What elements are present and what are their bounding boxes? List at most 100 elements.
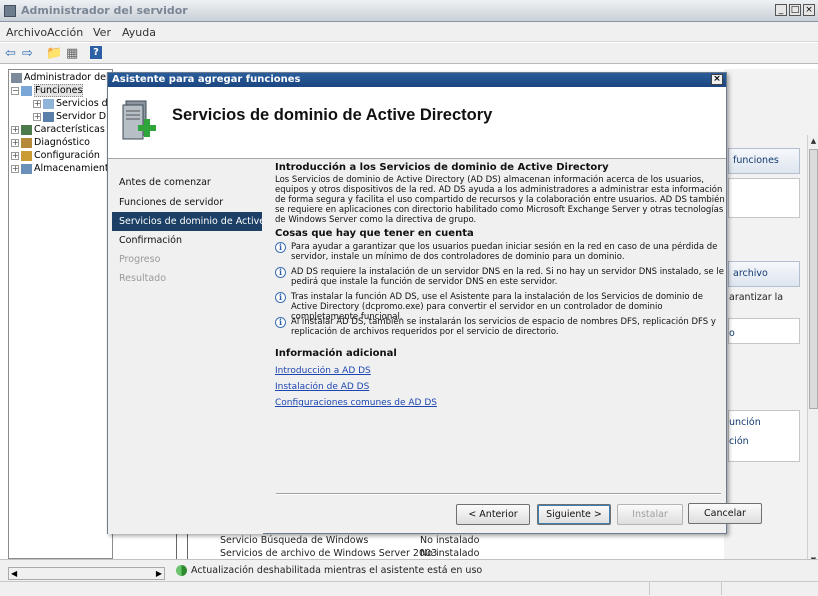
- navigation-tree: Administrador del s − Funciones + Servicio…: [8, 69, 113, 559]
- back-arrow-icon[interactable]: ⇦: [5, 46, 16, 61]
- actions-header-archivo: archivo: [728, 261, 800, 287]
- tree-item-servidor-dhcp[interactable]: + Servidor DH: [33, 110, 112, 123]
- tree-item-servicios-de[interactable]: + Servicios de: [33, 97, 112, 110]
- show-hide-tree-icon[interactable]: ▦: [66, 46, 78, 61]
- menu-ayuda[interactable]: Ayuda: [122, 26, 156, 39]
- role-icon: [43, 111, 54, 122]
- wizard-page-title: Servicios de dominio de Active Directory: [172, 106, 493, 124]
- minimize-button[interactable]: _: [775, 4, 787, 16]
- status-bar-divider: [721, 582, 722, 595]
- status-message: Actualización deshabilitada mientras el …: [176, 565, 482, 576]
- intro-text: Los Servicios de dominio de Active Direc…: [275, 175, 725, 225]
- link-instalacion-ad-ds[interactable]: Instalación de AD DS: [275, 382, 369, 392]
- intro-heading: Introducción a los Servicios de dominio …: [275, 162, 609, 173]
- actions-link[interactable]: ción: [729, 436, 749, 447]
- actions-link[interactable]: unción: [729, 417, 761, 428]
- scroll-thumb[interactable]: [809, 149, 818, 409]
- install-button: Instalar: [617, 504, 683, 525]
- help-icon[interactable]: ?: [90, 46, 102, 59]
- button-separator: [276, 493, 721, 495]
- more-info-heading: Información adicional: [275, 348, 397, 359]
- list-item: Servicio Búsqueda de Windows: [220, 535, 369, 546]
- server-manager-titlebar: Administrador del servidor _ □ ×: [0, 0, 818, 22]
- info-icon: i: [275, 292, 286, 303]
- wizard-titlebar: Asistente para agregar funciones ×: [108, 73, 726, 87]
- step-servicios-de-dominio[interactable]: Servicios de dominio de Active Dir...: [112, 212, 262, 231]
- server-icon: [11, 72, 22, 83]
- role-icon: [43, 98, 54, 109]
- server-manager-icon: [4, 5, 16, 17]
- info-icon: i: [275, 317, 286, 328]
- menu-bar: Archivo Acción Ver Ayuda: [0, 22, 818, 42]
- collapse-icon[interactable]: −: [11, 86, 19, 95]
- actions-header-funciones: funciones: [728, 148, 800, 174]
- up-folder-icon[interactable]: 📁: [46, 46, 62, 61]
- status-bar: [0, 581, 818, 596]
- step-funciones-de-servidor[interactable]: Funciones de servidor: [112, 193, 262, 212]
- link-configuraciones-ad-ds[interactable]: Configuraciones comunes de AD DS: [275, 398, 437, 408]
- note-item: i Al instalar AD DS, también se instalará…: [275, 317, 725, 337]
- list-item-status: No instalado: [420, 548, 480, 559]
- status-bar-divider: [649, 582, 650, 595]
- actions-pane: [724, 69, 818, 559]
- toolbar: ⇦ ⇨ 📁 ▦ ?: [0, 43, 818, 64]
- menu-archivo[interactable]: Archivo: [6, 26, 47, 39]
- refresh-icon: [176, 565, 187, 576]
- tree-item-server-manager[interactable]: Administrador del s: [11, 71, 112, 84]
- scroll-left-icon[interactable]: ◀: [11, 569, 17, 578]
- step-confirmacion[interactable]: Confirmación: [112, 231, 262, 250]
- cancel-button[interactable]: Cancelar: [688, 503, 762, 524]
- notes-heading: Cosas que hay que tener en cuenta: [275, 228, 474, 239]
- window-title: Administrador del servidor: [21, 4, 188, 17]
- wizard-content: Introducción a los Servicios de dominio …: [275, 160, 725, 490]
- expand-icon[interactable]: +: [11, 138, 19, 147]
- tree-item-caracteristicas[interactable]: + Características: [11, 123, 105, 136]
- expand-icon[interactable]: +: [33, 99, 41, 108]
- list-item-status: No instalado: [420, 535, 480, 546]
- roles-icon: [21, 85, 32, 96]
- tree-item-configuracion[interactable]: + Configuración: [11, 149, 100, 162]
- wizard-header: Servicios de dominio de Active Directory: [108, 87, 726, 159]
- actions-link[interactable]: o: [729, 328, 735, 339]
- step-resultado: Resultado: [119, 273, 167, 284]
- info-icon: i: [275, 242, 286, 253]
- maximize-button[interactable]: □: [789, 4, 801, 16]
- list-item: Servicios de archivo de Windows Server 2…: [220, 548, 438, 559]
- bg-table-column-divider: [176, 532, 188, 562]
- expand-icon[interactable]: +: [11, 164, 19, 173]
- expand-icon[interactable]: +: [11, 151, 19, 160]
- server-role-icon: [122, 100, 156, 140]
- close-window-button[interactable]: ×: [803, 4, 815, 16]
- menu-accion[interactable]: Acción: [47, 26, 83, 39]
- step-progreso: Progreso: [119, 254, 161, 265]
- wizard-title: Asistente para agregar funciones: [112, 74, 301, 85]
- note-item: i AD DS requiere la instalación de un ser…: [275, 267, 725, 287]
- scroll-right-icon[interactable]: ▶: [156, 569, 162, 578]
- storage-icon: [21, 163, 32, 174]
- vertical-scrollbar[interactable]: ▲ ▼: [807, 135, 818, 569]
- add-roles-wizard: Asistente para agregar funciones × Servi…: [107, 72, 727, 534]
- tree-item-almacenamiento[interactable]: + Almacenamiento: [11, 162, 112, 175]
- info-icon: i: [275, 267, 286, 278]
- expand-icon[interactable]: +: [33, 112, 41, 121]
- scroll-up-icon[interactable]: ▲: [809, 136, 818, 147]
- actions-box: [728, 178, 800, 218]
- expand-icon[interactable]: +: [11, 125, 19, 134]
- horizontal-scrollbar[interactable]: ◀ ▶: [8, 567, 165, 580]
- wizard-close-button[interactable]: ×: [711, 74, 723, 85]
- menu-ver[interactable]: Ver: [93, 26, 111, 39]
- step-antes-de-comenzar[interactable]: Antes de comenzar: [112, 173, 262, 192]
- link-introduccion-ad-ds[interactable]: Introducción a AD DS: [275, 366, 371, 376]
- forward-arrow-icon[interactable]: ⇨: [22, 46, 33, 61]
- note-item: i Para ayudar a garantizar que los usuari…: [275, 242, 725, 262]
- diagnostics-icon: [21, 137, 32, 148]
- features-icon: [21, 124, 32, 135]
- tree-item-diagnostico[interactable]: + Diagnóstico: [11, 136, 90, 149]
- actions-box: [728, 318, 800, 344]
- configuration-icon: [21, 150, 32, 161]
- wizard-steps: Antes de comenzar Funciones de servidor …: [108, 160, 263, 534]
- back-button[interactable]: < Anterior: [456, 504, 530, 525]
- tree-item-funciones[interactable]: − Funciones: [11, 84, 84, 97]
- actions-text: arantizar la: [729, 292, 784, 303]
- next-button[interactable]: Siguiente >: [537, 504, 611, 525]
